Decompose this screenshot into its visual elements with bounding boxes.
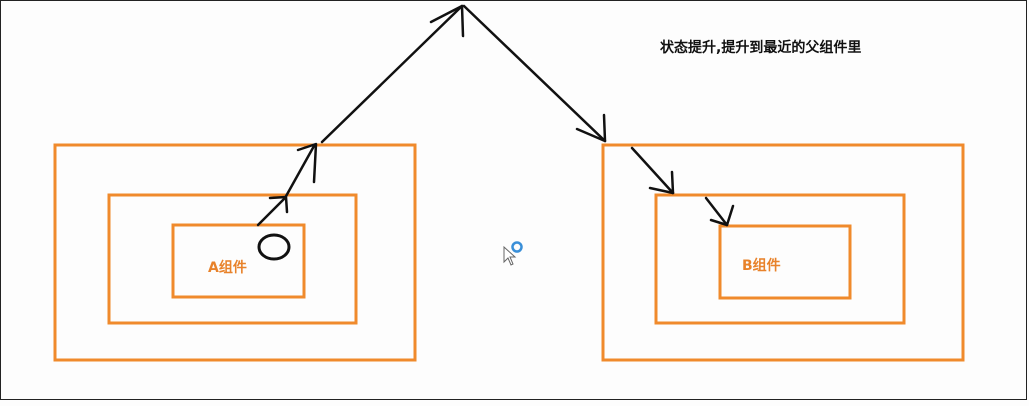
diagram-canvas: A组件 B组件 状态提升,提升到最近的父组件里: [0, 0, 1029, 402]
canvas-border: [0, 0, 1027, 400]
